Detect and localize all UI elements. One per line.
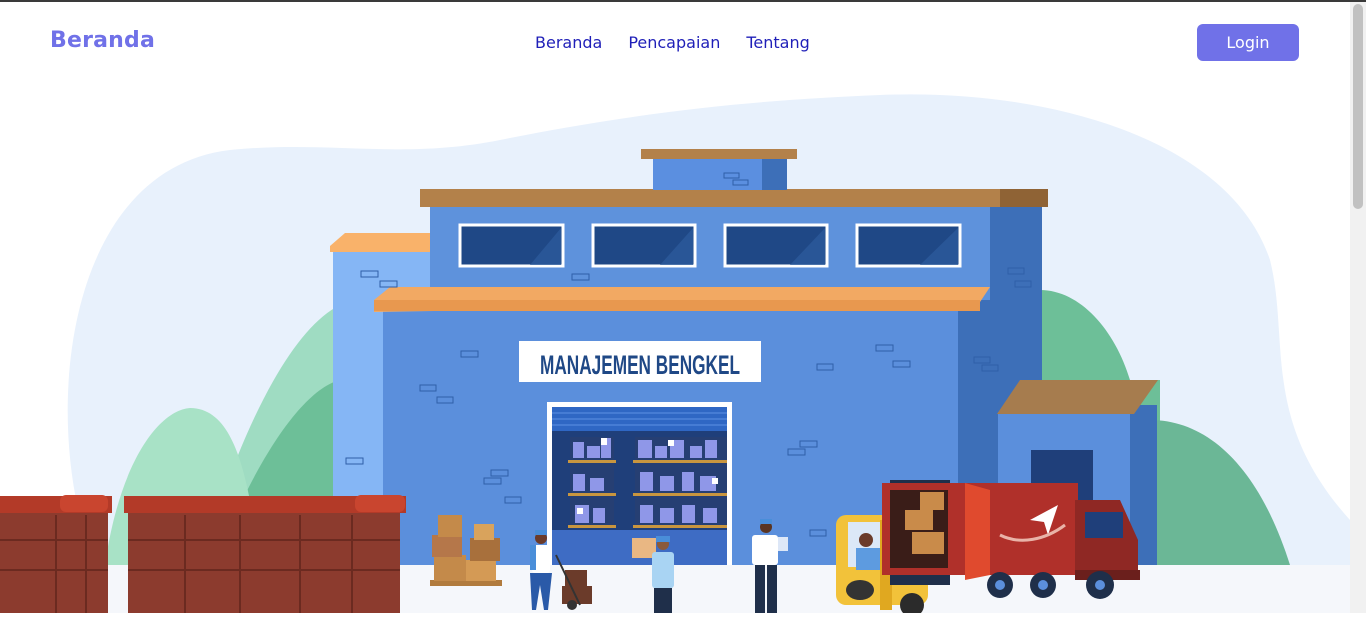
- sign-text: MANAJEMEN BENGKEL: [540, 350, 740, 380]
- login-button[interactable]: Login: [1197, 24, 1299, 61]
- scrollbar[interactable]: [1350, 2, 1366, 613]
- top-block-shade: [762, 157, 787, 190]
- upper-block-shade: [990, 205, 1042, 315]
- truck-door-open: [965, 483, 990, 580]
- annex-right-roof: [997, 380, 1158, 414]
- navbar: Beranda Beranda Pencapaian Tentang Login: [0, 2, 1350, 82]
- warehouse-illustration: MANAJEMEN BENGKEL: [0, 94, 1350, 617]
- scrollbar-thumb[interactable]: [1353, 4, 1363, 209]
- nav-link-pencapaian[interactable]: Pencapaian: [628, 33, 720, 52]
- nav-link-beranda[interactable]: Beranda: [535, 33, 602, 52]
- main-roof-front: [374, 300, 980, 311]
- shipping-containers: [0, 495, 406, 613]
- nav-link-tentang[interactable]: Tentang: [746, 33, 809, 52]
- annex-left-roof: [330, 233, 432, 252]
- hero-section: MANAJEMEN BENGKEL: [0, 82, 1350, 617]
- shelf-boxes: [568, 437, 727, 528]
- top-block-roof: [641, 149, 797, 159]
- upper-roof-edge: [1000, 189, 1048, 207]
- nav-links: Beranda Pencapaian Tentang: [535, 33, 810, 52]
- upper-roof: [420, 189, 1048, 207]
- brand-logo[interactable]: Beranda: [50, 28, 155, 53]
